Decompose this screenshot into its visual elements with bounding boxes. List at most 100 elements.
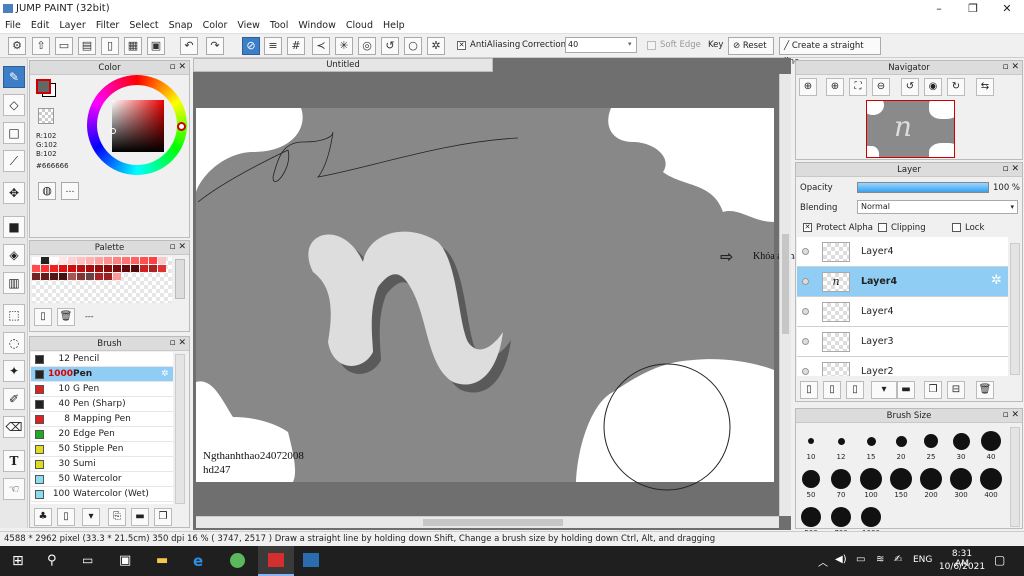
brush-size-item[interactable]: 300 [946, 467, 976, 499]
maximize-button[interactable]: ❐ [956, 0, 990, 17]
brush-item-watercolor[interactable]: 50 Watercolor [31, 472, 173, 487]
copy-brush-icon[interactable]: ⎘ [108, 508, 126, 526]
palette-swatch[interactable] [32, 265, 40, 272]
transparent-swatch[interactable] [38, 108, 54, 124]
tray-chevron-icon[interactable]: ︿ [818, 554, 828, 569]
straight-line-button[interactable]: ╱ Create a straight line [779, 37, 881, 67]
brush-size-item[interactable]: 15 [856, 429, 886, 461]
lasso-tool-icon[interactable]: ◌ [3, 332, 25, 354]
language-indicator[interactable]: ENG [913, 555, 932, 565]
gear-icon[interactable]: ✲ [161, 367, 169, 381]
brush-size-item[interactable]: 40 [976, 429, 1006, 461]
layer-scrollbar[interactable] [1010, 243, 1020, 375]
brush-scrollbar[interactable] [175, 354, 185, 504]
palette-swatch[interactable] [104, 257, 112, 264]
trash-icon[interactable]: 🗑 [57, 308, 75, 326]
clipping-checkbox[interactable] [878, 223, 887, 232]
minimize-button[interactable]: – [922, 0, 956, 17]
palette-swatch[interactable] [140, 257, 148, 264]
layer-row[interactable]: Layer2 [797, 357, 1008, 376]
gear-icon[interactable]: ✲ [991, 273, 1002, 288]
palette-swatch[interactable] [59, 257, 67, 264]
layer-row[interactable]: Layer4 [797, 237, 1008, 267]
palette-swatch[interactable] [149, 265, 157, 272]
grid-edit-icon[interactable]: ▣ [147, 37, 165, 55]
merge-layer-icon[interactable]: ⊟ [947, 381, 965, 399]
select-pen-tool-icon[interactable]: ✐ [3, 388, 25, 410]
trash-icon[interactable]: 🗑 [976, 381, 994, 399]
palette-swatch[interactable] [77, 265, 85, 272]
palette-swatch[interactable] [59, 265, 67, 272]
new-brush-icon[interactable]: ▯ [57, 508, 75, 526]
palette-settings-icon[interactable]: ◍ [38, 182, 56, 200]
windows-start-icon[interactable]: ⊞ [12, 554, 26, 568]
new-layer-2-icon[interactable]: ▯ [823, 381, 841, 399]
brush-size-scrollbar[interactable] [1010, 427, 1020, 527]
palette-swatch[interactable] [50, 257, 58, 264]
app-icon[interactable] [303, 553, 319, 567]
menu-help[interactable]: Help [378, 17, 410, 34]
palette-swatch[interactable] [32, 273, 40, 280]
brush-item-watercolor-wet[interactable]: 100 Watercolor (Wet) [31, 487, 173, 502]
drawing-canvas[interactable]: Ngthanhthao24072008 hd247 [193, 72, 779, 518]
vscroll-thumb[interactable] [782, 234, 789, 334]
palette-swatch[interactable] [41, 257, 49, 264]
clock-date[interactable]: 10/6/2021 [938, 562, 986, 572]
text-tool-icon[interactable]: T [3, 450, 25, 472]
correction-input[interactable]: 40 [565, 37, 637, 53]
brush-item-stipple-pen[interactable]: 50 Stipple Pen [31, 442, 173, 457]
palette-swatch[interactable] [32, 257, 40, 264]
palette-swatch[interactable] [131, 265, 139, 272]
bucket-tool-icon[interactable]: ◈ [3, 244, 25, 266]
snap-grid-icon[interactable]: # [287, 37, 305, 55]
snap-vanish-icon[interactable]: ≺ [312, 37, 330, 55]
zoom-in-icon[interactable]: ⊕ [826, 78, 844, 96]
snap-parallel-icon[interactable]: ≡ [264, 37, 282, 55]
page-icon[interactable]: ▯ [101, 37, 119, 55]
jump-paint-task[interactable] [258, 546, 294, 576]
panel-close-icon[interactable]: ▫ ✕ [1002, 410, 1019, 421]
panel-close-icon[interactable]: ▫ ✕ [169, 62, 186, 73]
brush-item-pencil[interactable]: 12 Pencil [31, 352, 173, 367]
select-eraser-tool-icon[interactable]: ⌫ [3, 416, 25, 438]
palette-swatch[interactable] [122, 257, 130, 264]
visibility-icon[interactable] [802, 308, 809, 315]
visibility-icon[interactable] [802, 278, 809, 285]
brush-size-item[interactable]: 30 [946, 429, 976, 461]
snap-ellipse-icon[interactable]: ○ [404, 37, 422, 55]
menu-cloud[interactable]: Cloud [341, 17, 378, 34]
rotate-reset-icon[interactable]: ◉ [924, 78, 942, 96]
palette-swatch[interactable] [131, 257, 139, 264]
visibility-icon[interactable] [802, 248, 809, 255]
panel-close-icon[interactable]: ▫ ✕ [169, 338, 186, 349]
layer-row-selected[interactable]: n Layer4 ✲ [797, 267, 1008, 297]
network-icon[interactable]: ▭ [856, 554, 865, 565]
antialiasing-checkbox[interactable]: ✕ [457, 41, 466, 50]
task-view-icon[interactable]: ▭ [82, 553, 93, 567]
visibility-icon[interactable] [802, 368, 809, 375]
zoom-fit-icon[interactable]: ⊕ [799, 78, 817, 96]
lock-checkbox[interactable] [952, 223, 961, 232]
palette-swatch[interactable] [50, 265, 58, 272]
palette-swatch[interactable] [95, 265, 103, 272]
menu-file[interactable]: File [0, 17, 26, 34]
move-tool-icon[interactable]: ✥ [3, 182, 25, 204]
pen-tray-icon[interactable]: ✍ [894, 554, 902, 565]
menu-tool[interactable]: Tool [265, 17, 293, 34]
panel-close-icon[interactable]: ▫ ✕ [1002, 62, 1019, 73]
palette-swatch[interactable] [113, 257, 121, 264]
wifi-icon[interactable]: ≋ [876, 554, 884, 565]
browser-icon[interactable] [230, 553, 245, 568]
palette-swatch[interactable] [86, 273, 94, 280]
menu-select[interactable]: Select [124, 17, 163, 34]
zoom-window-icon[interactable]: ⛶ [849, 78, 867, 96]
panel-close-icon[interactable]: ▫ ✕ [1002, 164, 1019, 175]
menu-window[interactable]: Window [293, 17, 340, 34]
text-box-icon[interactable]: ▤ [78, 37, 96, 55]
brush-item-pen[interactable]: 1000 Pen ✲ [31, 367, 173, 382]
palette-swatch[interactable] [113, 265, 121, 272]
zoom-out-icon[interactable]: ⊖ [872, 78, 890, 96]
blending-select[interactable]: Normal ▾ [857, 200, 1018, 214]
color-picker-cursor[interactable] [110, 128, 116, 134]
opacity-slider[interactable] [857, 182, 989, 193]
